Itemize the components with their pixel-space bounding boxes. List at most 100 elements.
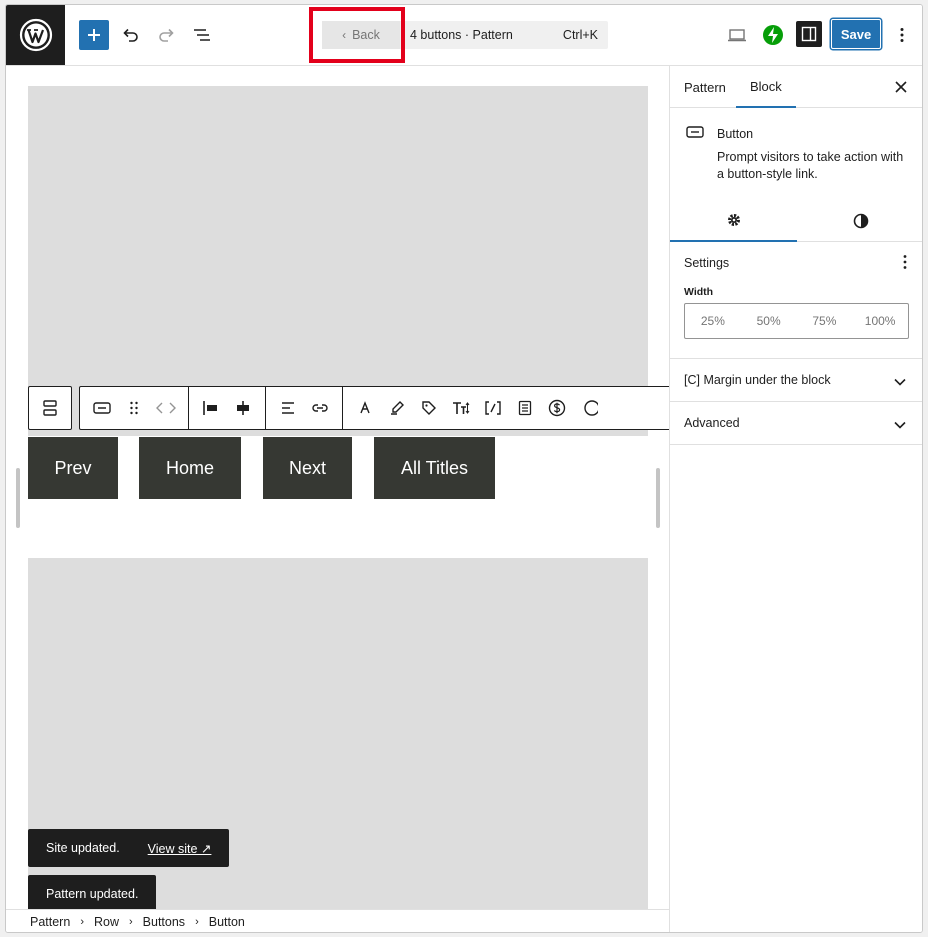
width-option-25[interactable]: 25% xyxy=(685,304,741,338)
text-color-button[interactable] xyxy=(349,392,381,424)
advanced-panel-title: Advanced xyxy=(684,416,740,430)
more-vertical-icon xyxy=(900,28,904,42)
close-sidebar-button[interactable] xyxy=(892,78,910,96)
all-titles-button[interactable]: All Titles xyxy=(374,437,495,499)
options-menu-button[interactable] xyxy=(887,20,917,50)
align-text-icon xyxy=(282,402,294,414)
tab-block[interactable]: Block xyxy=(736,66,796,108)
tab-styles[interactable] xyxy=(797,200,922,242)
justify-left-button[interactable] xyxy=(195,392,227,424)
highlight-button[interactable] xyxy=(381,392,413,424)
width-option-100[interactable]: 100% xyxy=(852,304,908,338)
document-icon xyxy=(518,400,532,416)
width-option-75[interactable]: 75% xyxy=(797,304,853,338)
advanced-panel-toggle[interactable]: Advanced xyxy=(670,402,922,445)
button-icon xyxy=(93,402,111,414)
breadcrumb-buttons[interactable]: Buttons xyxy=(143,915,185,929)
prev-button[interactable]: Prev xyxy=(28,437,118,499)
device-preview-button[interactable] xyxy=(722,20,752,50)
resize-handle-right[interactable] xyxy=(656,468,660,528)
styles-contrast-icon xyxy=(853,213,868,229)
toolbar-group-format xyxy=(343,387,611,429)
add-block-button[interactable] xyxy=(79,20,109,50)
chevron-right-icon: › xyxy=(195,916,199,928)
undo-button[interactable] xyxy=(116,20,146,50)
highlight-annotation xyxy=(309,7,405,63)
sidebar-icon xyxy=(801,26,817,42)
font-size-icon xyxy=(453,402,470,414)
save-button[interactable]: Save xyxy=(831,19,881,49)
settings-panel: Settings Width 25% 50% 75% 100% xyxy=(670,242,922,359)
list-view-icon xyxy=(194,29,210,41)
tag-button[interactable] xyxy=(413,392,445,424)
tab-settings[interactable] xyxy=(670,200,797,242)
breadcrumb-button: Button xyxy=(208,915,245,929)
more-tools-icon xyxy=(584,400,598,416)
settings-title: Settings xyxy=(684,256,730,270)
next-button[interactable]: Next xyxy=(263,437,352,499)
redo-button[interactable] xyxy=(151,20,181,50)
view-site-link[interactable]: View site ↗ xyxy=(148,841,212,856)
editor-top-bar: ‹ Back 4 buttons · Pattern Ctrl+K Save xyxy=(6,5,922,66)
highlight-icon xyxy=(391,401,404,415)
tab-pattern[interactable]: Pattern xyxy=(670,66,740,108)
settings-sidebar-toggle[interactable] xyxy=(796,21,822,47)
width-option-50[interactable]: 50% xyxy=(741,304,797,338)
gear-icon xyxy=(727,214,740,226)
wordpress-logo-button[interactable] xyxy=(6,5,65,65)
width-toggle-group: 25% 50% 75% 100% xyxy=(684,303,909,339)
block-name: Button xyxy=(717,127,754,141)
justify-center-button[interactable] xyxy=(227,392,259,424)
margin-panel-toggle[interactable]: [C] Margin under the block xyxy=(670,359,922,402)
button-icon xyxy=(686,126,704,141)
home-button[interactable]: Home xyxy=(139,437,241,499)
resize-handle-left[interactable] xyxy=(16,468,20,528)
document-title: 4 buttons · Pattern xyxy=(410,28,513,42)
select-parent-button[interactable] xyxy=(28,386,72,430)
block-card: Button Prompt visitors to take action wi… xyxy=(670,108,922,200)
currency-button[interactable] xyxy=(541,392,573,424)
move-arrows-icon xyxy=(156,402,176,414)
notice-text: Site updated. xyxy=(46,841,120,855)
font-size-button[interactable] xyxy=(445,392,477,424)
block-toolbar xyxy=(28,386,669,430)
wordpress-logo-icon xyxy=(19,18,52,52)
cover-placeholder[interactable] xyxy=(28,86,648,436)
button-block-type-button[interactable] xyxy=(86,392,118,424)
shortcode-button[interactable] xyxy=(477,392,509,424)
toolbar-group-text xyxy=(266,387,343,429)
editor-canvas[interactable]: Prev Home Next All Titles Site updated. … xyxy=(6,66,669,909)
breadcrumb-pattern[interactable]: Pattern xyxy=(30,915,70,929)
jetpack-button[interactable] xyxy=(758,20,788,50)
redo-icon xyxy=(159,28,174,42)
breadcrumb-row[interactable]: Row xyxy=(94,915,119,929)
link-button[interactable] xyxy=(304,392,336,424)
drag-handle[interactable] xyxy=(118,392,150,424)
sidebar-tabs: Pattern Block xyxy=(670,66,922,108)
site-updated-notice: Site updated. View site ↗ xyxy=(28,829,230,867)
margin-panel-title: [C] Margin under the block xyxy=(684,373,831,387)
text-align-button[interactable] xyxy=(272,392,304,424)
width-label: Width xyxy=(684,286,714,298)
notice-text: Pattern updated. xyxy=(46,887,139,901)
shortcode-icon xyxy=(485,401,501,415)
laptop-icon xyxy=(728,29,746,42)
chevron-down-icon xyxy=(894,375,906,389)
chevron-right-icon: › xyxy=(129,916,133,928)
toolbar-group-justify xyxy=(189,387,266,429)
buttons-block-icon xyxy=(43,400,57,416)
document-overview-button[interactable] xyxy=(187,20,217,50)
move-buttons[interactable] xyxy=(150,392,182,424)
chevron-right-icon: › xyxy=(80,916,84,928)
link-icon xyxy=(312,404,328,412)
toolbar-group-block xyxy=(80,387,189,429)
more-tools-button[interactable] xyxy=(573,392,605,424)
document-button[interactable] xyxy=(509,392,541,424)
tag-icon xyxy=(422,401,436,415)
settings-options-button[interactable] xyxy=(902,254,908,273)
inspector-subtabs xyxy=(670,200,922,242)
block-toolbar-main xyxy=(79,386,669,430)
command-shortcut: Ctrl+K xyxy=(562,28,598,42)
settings-sidebar: Pattern Block Button Prompt visitors to … xyxy=(669,66,922,932)
plus-icon xyxy=(88,29,100,41)
